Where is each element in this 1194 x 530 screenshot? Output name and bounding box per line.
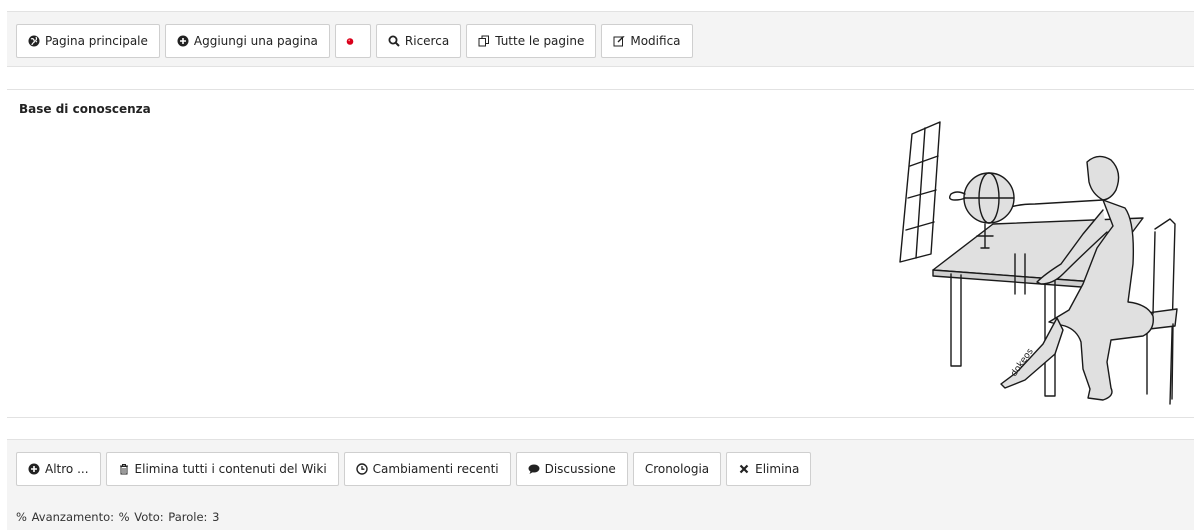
search-label: Ricerca bbox=[404, 34, 450, 48]
add-page-label: Aggiungi una pagina bbox=[193, 34, 318, 48]
recent-changes-button[interactable]: Cambiamenti recenti bbox=[343, 452, 511, 486]
red-dot-button[interactable] bbox=[334, 24, 371, 58]
clock-icon bbox=[355, 463, 368, 475]
more-label: Altro ... bbox=[45, 462, 89, 476]
all-pages-button[interactable]: Tutte le pagine bbox=[466, 24, 597, 58]
top-button-row: Pagina principale Aggiungi una pagina Ri… bbox=[16, 24, 693, 58]
edit-button[interactable]: Modifica bbox=[601, 24, 693, 58]
bottom-button-row: Altro ... Elimina tutti i contenuti del … bbox=[16, 452, 812, 486]
bottom-toolbar: Altro ... Elimina tutti i contenuti del … bbox=[7, 439, 1194, 530]
plus-circle-icon bbox=[177, 35, 189, 47]
delete-button[interactable]: Elimina bbox=[726, 452, 812, 486]
close-icon bbox=[738, 463, 750, 475]
history-label: Cronologia bbox=[644, 462, 710, 476]
top-toolbar: Pagina principale Aggiungi una pagina Ri… bbox=[7, 11, 1194, 67]
copy-pages-icon bbox=[478, 35, 490, 47]
plus-circle-icon bbox=[28, 463, 40, 475]
discussion-button[interactable]: Discussione bbox=[515, 452, 628, 486]
person-at-table-illustration: dokeos bbox=[899, 121, 1178, 405]
history-button[interactable]: Cronologia bbox=[632, 452, 722, 486]
more-button[interactable]: Altro ... bbox=[16, 452, 101, 486]
globe-icon bbox=[28, 35, 40, 47]
delete-all-wiki-label: Elimina tutti i contenuti del Wiki bbox=[134, 462, 327, 476]
discussion-label: Discussione bbox=[544, 462, 616, 476]
main-page-label: Pagina principale bbox=[45, 34, 148, 48]
red-dot-icon bbox=[345, 35, 355, 47]
delete-label: Elimina bbox=[755, 462, 800, 476]
all-pages-label: Tutte le pagine bbox=[495, 34, 585, 48]
page-stats: % Avanzamento: % Voto: Parole: 3 bbox=[16, 510, 220, 524]
edit-label: Modifica bbox=[630, 34, 681, 48]
recent-changes-label: Cambiamenti recenti bbox=[372, 462, 499, 476]
edit-icon bbox=[613, 35, 625, 47]
page-title: Base di conoscenza bbox=[19, 102, 151, 116]
search-icon bbox=[388, 35, 400, 47]
delete-all-wiki-button[interactable]: Elimina tutti i contenuti del Wiki bbox=[105, 452, 339, 486]
wiki-content: Base di conoscenza dokeos bbox=[7, 89, 1194, 418]
trash-icon bbox=[118, 463, 130, 475]
main-page-button[interactable]: Pagina principale bbox=[16, 24, 160, 58]
add-page-button[interactable]: Aggiungi una pagina bbox=[164, 24, 330, 58]
search-button[interactable]: Ricerca bbox=[375, 24, 462, 58]
comment-icon bbox=[528, 463, 540, 475]
